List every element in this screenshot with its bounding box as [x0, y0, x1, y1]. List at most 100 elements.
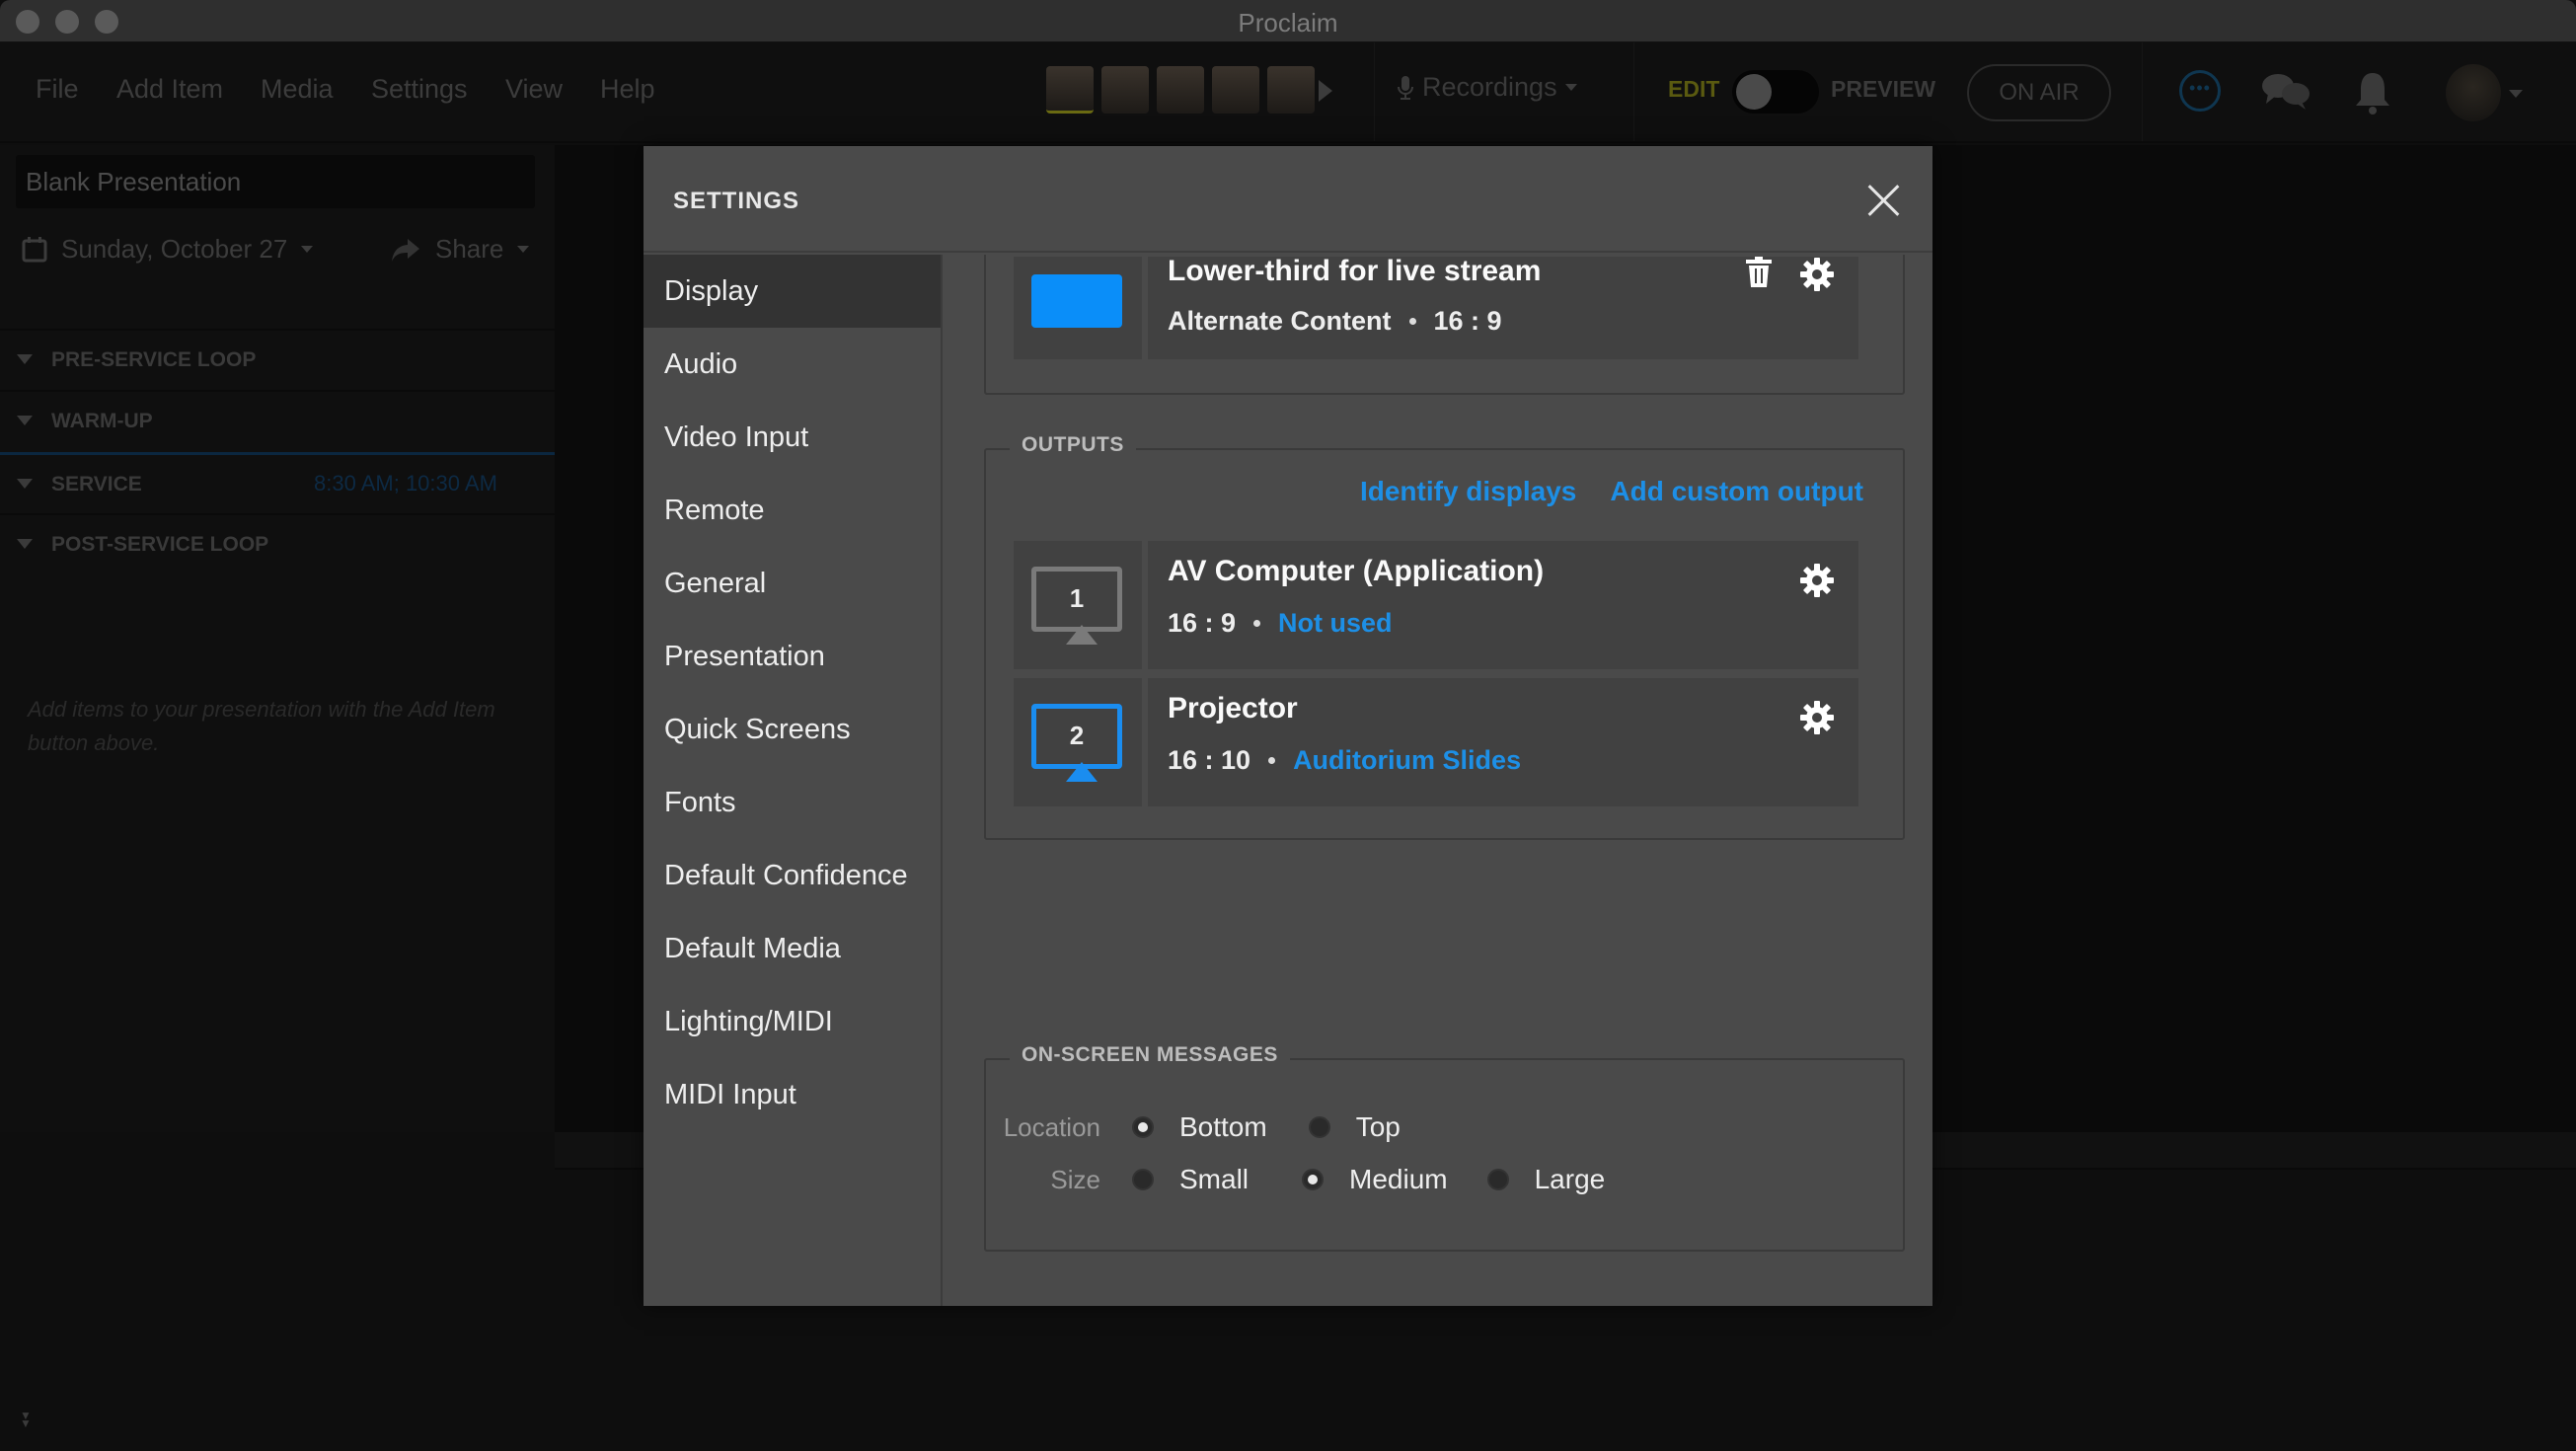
settings-modal: SETTINGS Display Audio Video Input Remot…: [644, 146, 1932, 1306]
card-thumbnail: 1: [1014, 541, 1142, 669]
size-radio-group: Size Small Medium Large: [986, 1164, 1646, 1195]
edit-preview-toggle[interactable]: [1732, 70, 1819, 114]
team-avatars: [1046, 66, 1315, 114]
collapse-triangle-icon[interactable]: [17, 479, 33, 489]
radio-small[interactable]: [1132, 1169, 1154, 1190]
team-avatar[interactable]: [1046, 66, 1094, 114]
user-avatar[interactable]: [2446, 64, 2501, 121]
output-aspect: 16 : 9: [1433, 306, 1502, 336]
play-icon[interactable]: [1319, 80, 1332, 102]
airplay-stand: [1066, 762, 1098, 782]
nav-lighting-midi[interactable]: Lighting/MIDI: [644, 985, 941, 1058]
presentation-title-input[interactable]: Blank Presentation: [16, 155, 535, 208]
chat-icon[interactable]: [2260, 72, 2311, 112]
section-pre-service-loop[interactable]: PRE-SERVICE LOOP: [0, 329, 555, 390]
menu-settings[interactable]: Settings: [371, 74, 468, 105]
output-meta: 16 : 9 Not used: [1168, 608, 1393, 639]
output-meta: Alternate Content 16 : 9: [1168, 306, 1502, 337]
nav-default-confidence[interactable]: Default Confidence: [644, 839, 941, 912]
nav-video-input[interactable]: Video Input: [644, 401, 941, 474]
messages-legend: ON-SCREEN MESSAGES: [1010, 1043, 1290, 1067]
settings-nav: Display Audio Video Input Remote General…: [644, 255, 943, 1306]
bullet: [1253, 620, 1261, 627]
gear-icon[interactable]: [1799, 563, 1835, 598]
modal-header: SETTINGS: [644, 146, 1932, 253]
settings-content[interactable]: Lower-third for live stream Alternate Co…: [945, 255, 1932, 1306]
card-body: Projector 16 : 10 Auditorium Slides: [1148, 678, 1858, 806]
on-air-button[interactable]: ON AIR: [1967, 64, 2111, 121]
close-icon[interactable]: [1863, 180, 1903, 219]
share-icon: [392, 238, 419, 262]
menu-view[interactable]: View: [505, 74, 563, 105]
outputs-actions: Identify displays Add custom output: [1360, 476, 1863, 507]
radio-top[interactable]: [1308, 1116, 1330, 1138]
nav-remote[interactable]: Remote: [644, 474, 941, 547]
option-small[interactable]: Small: [1179, 1164, 1249, 1195]
team-avatar[interactable]: [1157, 66, 1204, 114]
on-screen-messages-group: ON-SCREEN MESSAGES Location Bottom Top S…: [984, 1043, 1905, 1252]
section-warm-up[interactable]: WARM-UP: [0, 390, 555, 451]
display-number: 1: [1069, 583, 1085, 613]
menu-file[interactable]: File: [36, 74, 79, 105]
collapse-triangle-icon[interactable]: [17, 416, 33, 425]
resize-handle-icon[interactable]: ▼ ▼: [20, 1410, 32, 1429]
nav-midi-input[interactable]: MIDI Input: [644, 1058, 941, 1131]
top-toolbar: File Add Item Media Settings View Help R…: [0, 42, 2576, 143]
chevron-down-icon: [301, 246, 314, 253]
chevron-down-icon: [1564, 84, 1577, 91]
divider: [1633, 42, 1634, 141]
team-avatar[interactable]: [1212, 66, 1259, 114]
option-top[interactable]: Top: [1356, 1111, 1401, 1143]
card-body: AV Computer (Application) 16 : 9 Not use…: [1148, 541, 1858, 669]
bell-icon[interactable]: [2353, 70, 2392, 115]
output-name: Projector: [1168, 692, 1298, 725]
output-aspect: 16 : 10: [1168, 745, 1251, 775]
gear-icon[interactable]: [1799, 257, 1835, 292]
nav-fonts[interactable]: Fonts: [644, 766, 941, 839]
nav-presentation[interactable]: Presentation: [644, 620, 941, 693]
team-avatar[interactable]: [1101, 66, 1149, 114]
output-status-link[interactable]: Not used: [1278, 608, 1393, 639]
monitor-icon: 1: [1031, 567, 1122, 645]
output-card[interactable]: 1 AV Computer (Application) 16 : 9 Not u…: [1014, 541, 1858, 669]
window-title: Proclaim: [1238, 8, 1338, 38]
share-button[interactable]: Share: [390, 234, 530, 265]
nav-quick-screens[interactable]: Quick Screens: [644, 693, 941, 766]
identify-displays-link[interactable]: Identify displays: [1360, 476, 1576, 507]
monitor-icon: 2: [1031, 704, 1122, 782]
gear-icon[interactable]: [1799, 700, 1835, 735]
bullet: [1268, 757, 1276, 764]
collapse-triangle-icon[interactable]: [17, 354, 33, 364]
window-titlebar: Proclaim: [0, 0, 2576, 42]
output-status-link[interactable]: Auditorium Slides: [1293, 745, 1521, 776]
option-large[interactable]: Large: [1535, 1164, 1606, 1195]
location-label: Location: [1003, 1111, 1100, 1142]
menu-help[interactable]: Help: [600, 74, 655, 105]
more-options-icon[interactable]: •••: [2179, 70, 2221, 112]
output-card[interactable]: 2 Projector 16 : 10 Auditorium Slides: [1014, 678, 1858, 806]
option-medium[interactable]: Medium: [1349, 1164, 1448, 1195]
team-avatar[interactable]: [1267, 66, 1315, 114]
modal-title: SETTINGS: [673, 188, 800, 214]
date-picker[interactable]: Sunday, October 27: [22, 234, 314, 265]
radio-medium[interactable]: [1302, 1169, 1325, 1190]
recordings-dropdown[interactable]: Recordings: [1397, 72, 1577, 103]
menu-media[interactable]: Media: [261, 74, 334, 105]
nav-general[interactable]: General: [644, 547, 941, 620]
collapse-triangle-icon[interactable]: [17, 539, 33, 549]
section-service[interactable]: SERVICE 8:30 AM; 10:30 AM: [0, 452, 555, 513]
trash-icon[interactable]: [1744, 257, 1774, 288]
chevron-down-icon[interactable]: [2509, 90, 2523, 98]
radio-bottom[interactable]: [1132, 1116, 1154, 1138]
option-bottom[interactable]: Bottom: [1179, 1111, 1267, 1143]
service-times[interactable]: 8:30 AM; 10:30 AM: [314, 471, 497, 496]
add-custom-output-link[interactable]: Add custom output: [1610, 476, 1863, 507]
lower-third-card[interactable]: Lower-third for live stream Alternate Co…: [1014, 255, 1858, 359]
section-post-service-loop[interactable]: POST-SERVICE LOOP: [0, 513, 555, 574]
menu-add-item[interactable]: Add Item: [116, 74, 223, 105]
radio-large[interactable]: [1486, 1169, 1509, 1190]
nav-audio[interactable]: Audio: [644, 328, 941, 401]
output-aspect: 16 : 9: [1168, 608, 1237, 638]
nav-display[interactable]: Display: [644, 255, 941, 328]
nav-default-media[interactable]: Default Media: [644, 912, 941, 985]
